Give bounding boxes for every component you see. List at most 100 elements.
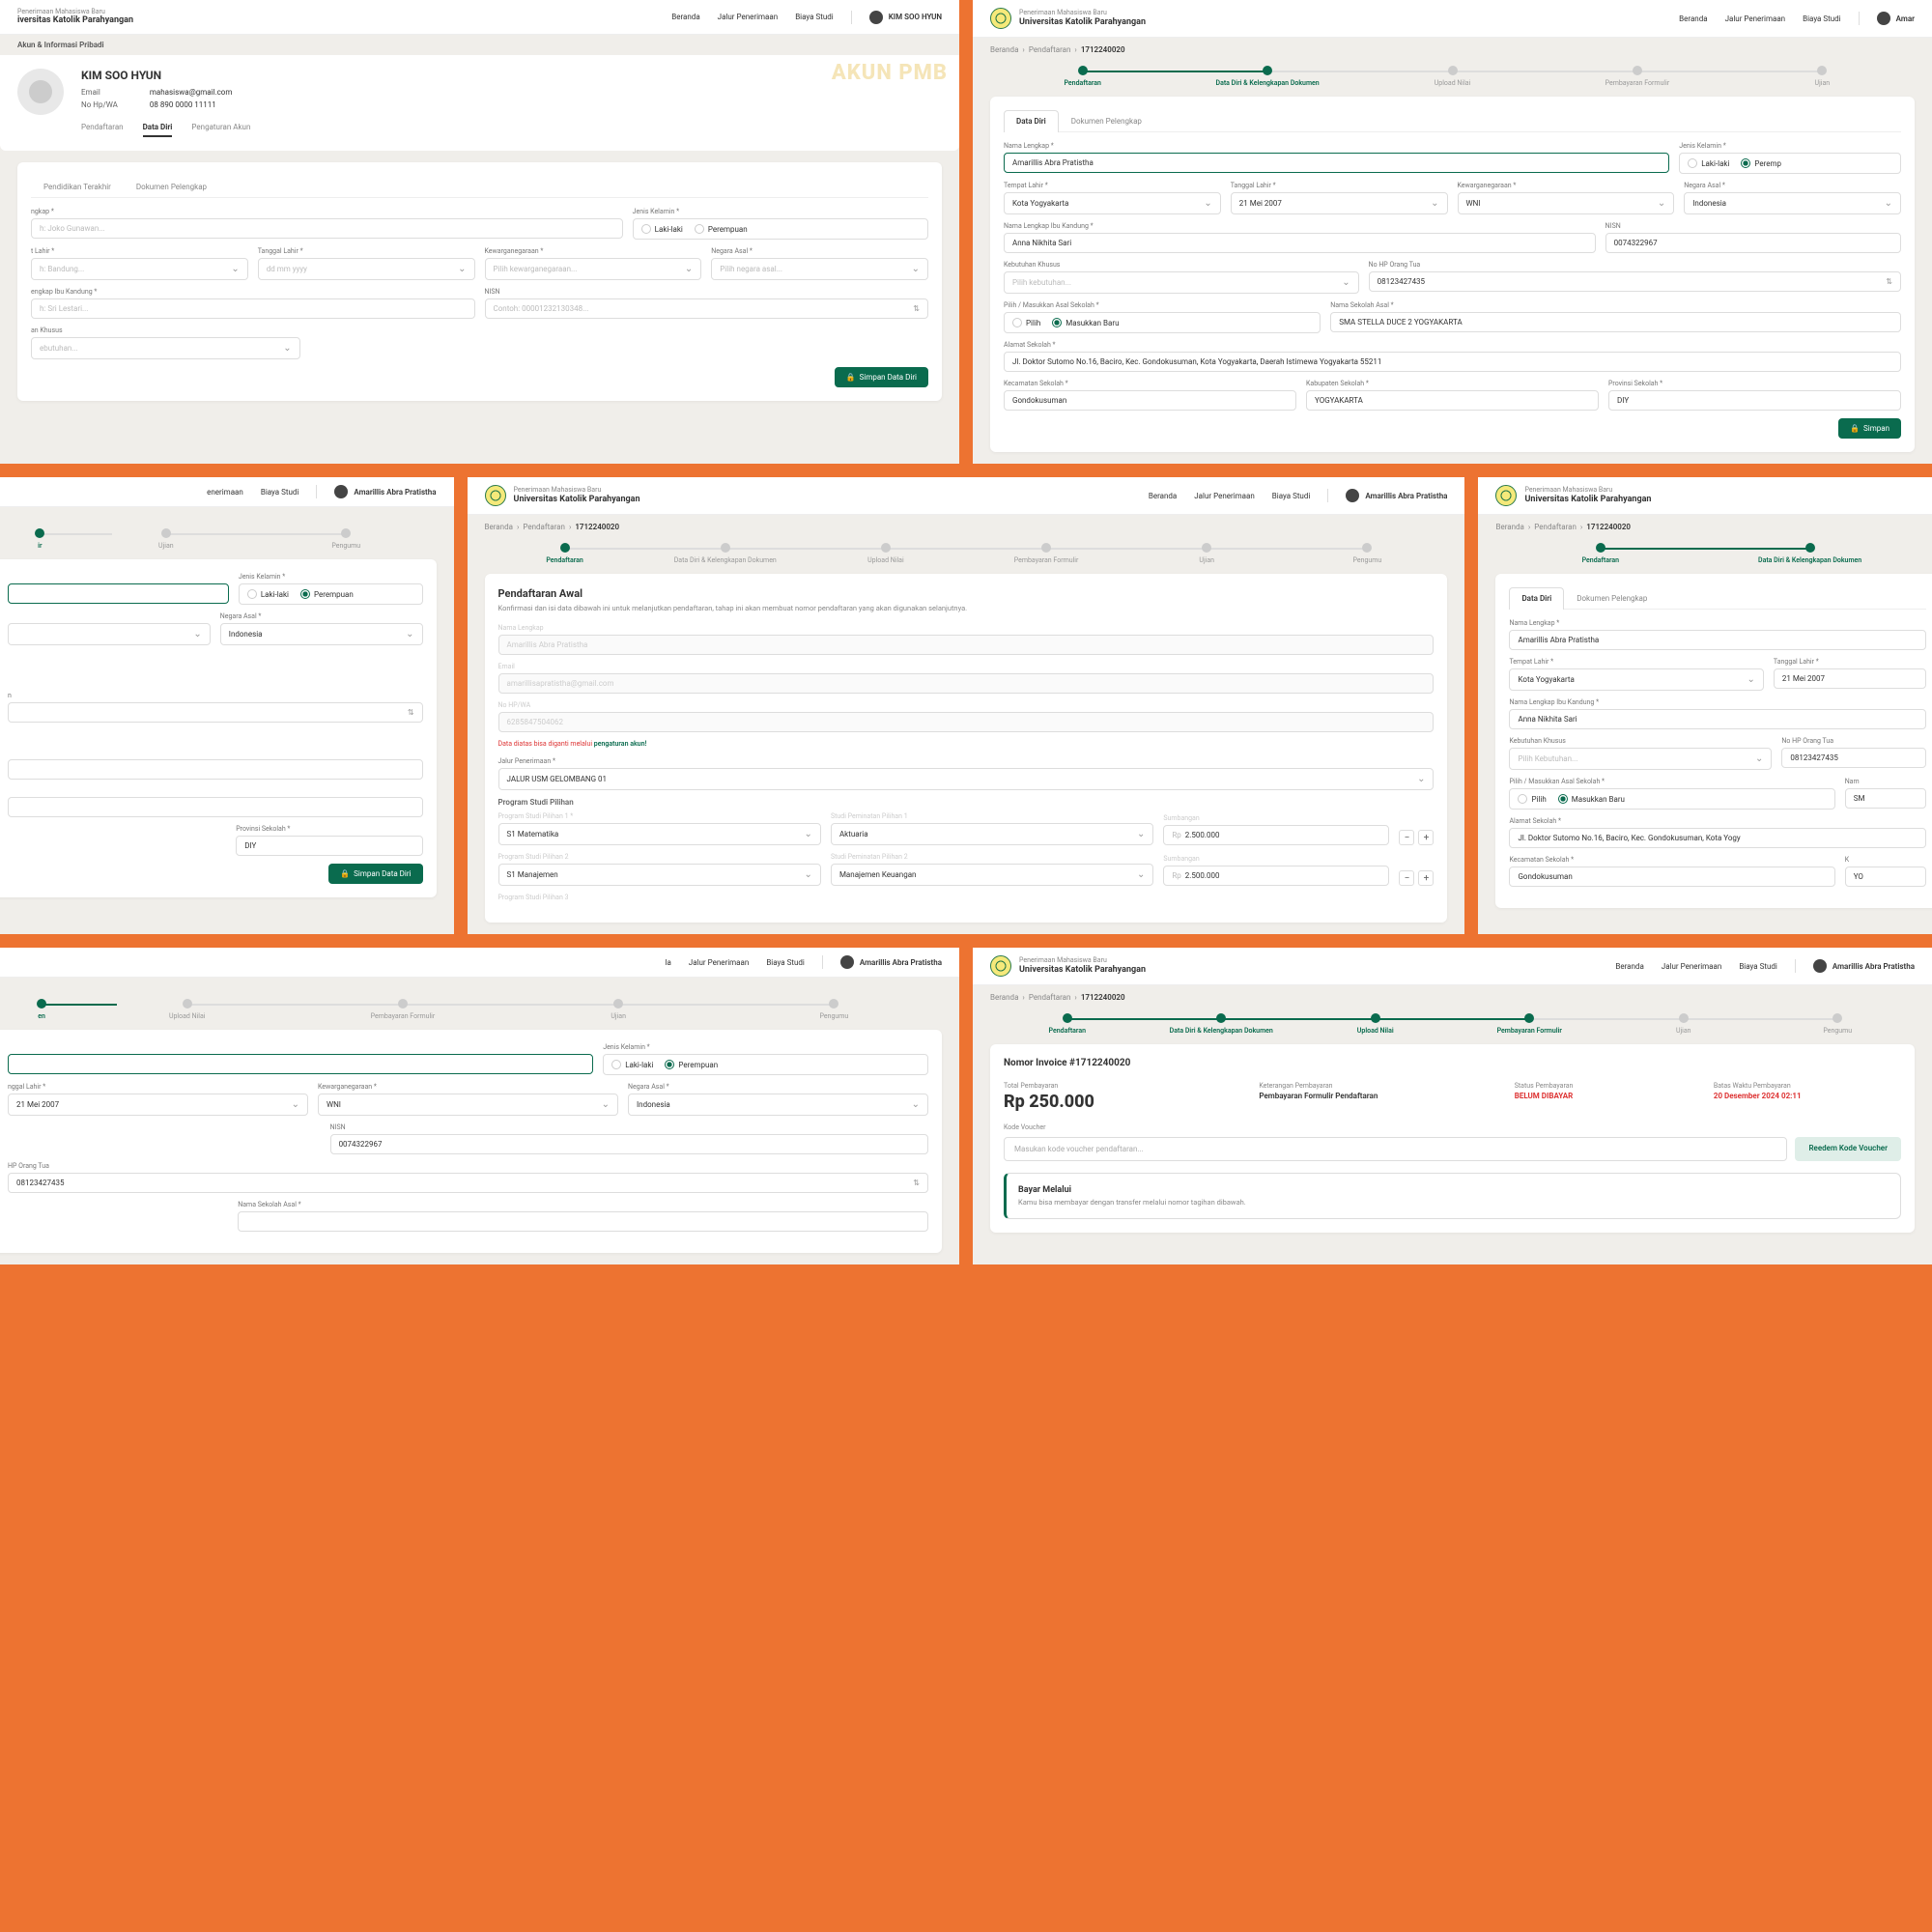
inp-al[interactable]: Jl. Doktor Sutomo No.16, Baciro, Kec. Go… (1004, 352, 1901, 372)
nav-jalur[interactable]: Jalur Penerimaan (1194, 492, 1255, 500)
tab-datadiri[interactable]: Data Diri (1509, 587, 1564, 610)
inp-nisn[interactable]: Contoh: 00001232130348... (485, 298, 929, 319)
sel-tl[interactable]: Kota Yogyakarta (1509, 668, 1763, 691)
inp-tgl[interactable]: 21 Mei 2007 (1774, 668, 1926, 689)
btn-simpan[interactable]: Simpan (1838, 418, 1901, 439)
ptab-pendaftaran[interactable]: Pendaftaran (81, 123, 124, 137)
radio-as[interactable]: PilihMasukkan Baru (1509, 788, 1834, 810)
inp-tgl[interactable]: 21 Mei 2007 (1231, 192, 1448, 214)
radio-as[interactable]: PilihMasukkan Baru (1004, 312, 1321, 333)
inp-kab[interactable]: YOGYAKARTA (1306, 390, 1599, 411)
tab-dokumen[interactable]: Dokumen Pelengkap (124, 176, 219, 197)
btn-plus[interactable]: + (1418, 830, 1434, 845)
nav-beranda[interactable]: Beranda (671, 13, 699, 21)
btn-minus[interactable]: − (1399, 870, 1414, 886)
btn-plus[interactable]: + (1418, 870, 1434, 886)
sel-sp2[interactable]: Manajemen Keuangan (831, 864, 1153, 886)
inp-nm[interactable]: SM (1845, 788, 1926, 809)
tab-dokumen[interactable]: Dokumen Pelengkap (1564, 587, 1660, 609)
inp-nama[interactable]: Amarillis Abra Pratistha (1509, 630, 1926, 650)
inp-ibu[interactable]: Anna Nikhita Sari (1004, 233, 1596, 253)
inp-kec[interactable]: Gondokusuman (1509, 867, 1834, 887)
sel-sp1[interactable]: Aktuaria (831, 823, 1153, 845)
user-menu[interactable]: Amarillis Abra Pratistha (1813, 959, 1915, 973)
user-menu[interactable]: Amar (1877, 12, 1915, 25)
sel-na[interactable]: Indonesia (220, 623, 423, 645)
nav-biaya[interactable]: Biaya Studi (1272, 492, 1311, 500)
nav-biaya[interactable]: Biaya Studi (1803, 14, 1841, 23)
inp-hp[interactable]: 08123427435 (1781, 748, 1926, 768)
nav-beranda[interactable]: Beranda (1615, 962, 1643, 971)
nav-biaya[interactable]: Biaya Studi (1739, 962, 1777, 971)
btn-simpan[interactable]: Simpan Data Diri (328, 864, 422, 884)
sel-na[interactable]: Indonesia (628, 1094, 928, 1116)
inp-blank[interactable] (8, 1054, 593, 1074)
radio-jk[interactable]: Laki-lakiPeremp (1679, 153, 1901, 174)
sel-kk[interactable]: ebutuhan... (31, 337, 300, 359)
btn-redeem[interactable]: Reedem Kode Voucher (1795, 1137, 1901, 1161)
inp-n[interactable] (8, 702, 423, 723)
inp-al[interactable]: Jl. Doktor Sutomo No.16, Baciro, Kec. Go… (1509, 828, 1926, 848)
sel-ps1[interactable]: S1 Matematika (498, 823, 821, 845)
sel-kw[interactable]: WNI (318, 1094, 618, 1116)
inp-sb2[interactable]: Rp 2.500.000 (1163, 866, 1389, 886)
inp-ibu[interactable]: h: Sri Lestari... (31, 298, 475, 319)
nav-jalur[interactable]: Jalur Penerimaan (1725, 14, 1786, 23)
sel-blank[interactable] (8, 623, 211, 645)
inp-kab[interactable]: YO (1845, 867, 1926, 887)
inp-hp[interactable]: 08123427435 (1369, 271, 1901, 292)
sel-na[interactable]: Indonesia (1684, 192, 1901, 214)
ptab-pengaturan[interactable]: Pengaturan Akun (191, 123, 250, 137)
inp-prov[interactable]: DIY (236, 836, 422, 856)
btn-minus[interactable]: − (1399, 830, 1414, 845)
inp-ns[interactable] (238, 1211, 928, 1232)
inp-prov[interactable]: DIY (1608, 390, 1901, 411)
tab-dokumen[interactable]: Dokumen Pelengkap (1059, 110, 1154, 131)
nav-biaya[interactable]: Biaya Studi (261, 488, 299, 497)
nav-biaya[interactable]: Biaya Studi (795, 13, 834, 21)
sel-kk[interactable]: Pilih Kebutuhan... (1509, 748, 1772, 770)
nav-beranda[interactable]: Beranda (1149, 492, 1177, 500)
inp-tgl[interactable]: 21 Mei 2007 (8, 1094, 308, 1116)
user-menu[interactable]: Amarillis Abra Pratistha (840, 955, 942, 969)
inp-tgl[interactable]: dd mm yyyy (258, 258, 475, 280)
tab-datadiri[interactable]: Data Diri (1004, 110, 1059, 132)
inp-ibu[interactable]: Anna Nikhita Sari (1509, 709, 1926, 729)
inp-sb1[interactable]: Rp 2.500.000 (1163, 825, 1389, 845)
sel-kw[interactable]: WNI (1458, 192, 1675, 214)
sel-tl[interactable]: Kota Yogyakarta (1004, 192, 1221, 214)
radio-jk[interactable]: Laki-lakiPerempuan (603, 1054, 928, 1075)
inp-kec[interactable]: Gondokusuman (1004, 390, 1296, 411)
sel-jalur[interactable]: JALUR USM GELOMBANG 01 (498, 768, 1435, 790)
sel-kk[interactable]: Pilih kebutuhan... (1004, 271, 1359, 294)
nav-beranda[interactable]: la (666, 958, 671, 967)
tab-pendidikan[interactable]: Pendidikan Terakhir (31, 176, 124, 197)
ptab-datadiri[interactable]: Data Diri (143, 123, 173, 137)
link-pengaturan[interactable]: pengaturan akun! (594, 740, 647, 748)
inp-hp[interactable]: 08123427435 (8, 1173, 928, 1193)
nav-biaya[interactable]: Biaya Studi (766, 958, 805, 967)
radio-jk[interactable]: Laki-lakiPerempuan (239, 583, 423, 605)
nav-jalur[interactable]: Jalur Penerimaan (689, 958, 750, 967)
user-menu[interactable]: Amarillis Abra Pratistha (1346, 489, 1447, 502)
sel-ps2[interactable]: S1 Manajemen (498, 864, 821, 886)
nav-jalur[interactable]: Jalur Penerimaan (718, 13, 779, 21)
user-menu[interactable]: KIM SOO HYUN (869, 11, 942, 24)
radio-jk[interactable]: Laki-lakiPerempuan (633, 218, 928, 240)
sel-tl[interactable]: h: Bandung... (31, 258, 248, 280)
nav-beranda[interactable]: Beranda (1679, 14, 1707, 23)
inp-nama[interactable]: h: Joko Gunawan... (31, 218, 623, 239)
btn-simpan[interactable]: Simpan Data Diri (835, 367, 928, 387)
inp-nisn[interactable]: 0074322967 (1605, 233, 1901, 253)
inp-nama[interactable]: Amarillis Abra Pratistha (1004, 153, 1669, 173)
sel-na[interactable]: Pilih negara asal... (711, 258, 928, 280)
nav-jalur[interactable]: Jalur Penerimaan (1662, 962, 1722, 971)
inp-blank2[interactable] (8, 759, 423, 780)
inp-ns[interactable]: SMA STELLA DUCE 2 YOGYAKARTA (1330, 312, 1901, 332)
inp-nisn[interactable]: 0074322967 (330, 1134, 928, 1154)
inp-voucher[interactable]: Masukan kode voucher pendaftaran... (1004, 1137, 1787, 1161)
inp-blank3[interactable] (8, 797, 423, 817)
inp-blank[interactable] (8, 583, 229, 604)
user-menu[interactable]: Amarillis Abra Pratistha (334, 485, 436, 498)
nav-penerimaan[interactable]: enerimaan (207, 488, 243, 497)
